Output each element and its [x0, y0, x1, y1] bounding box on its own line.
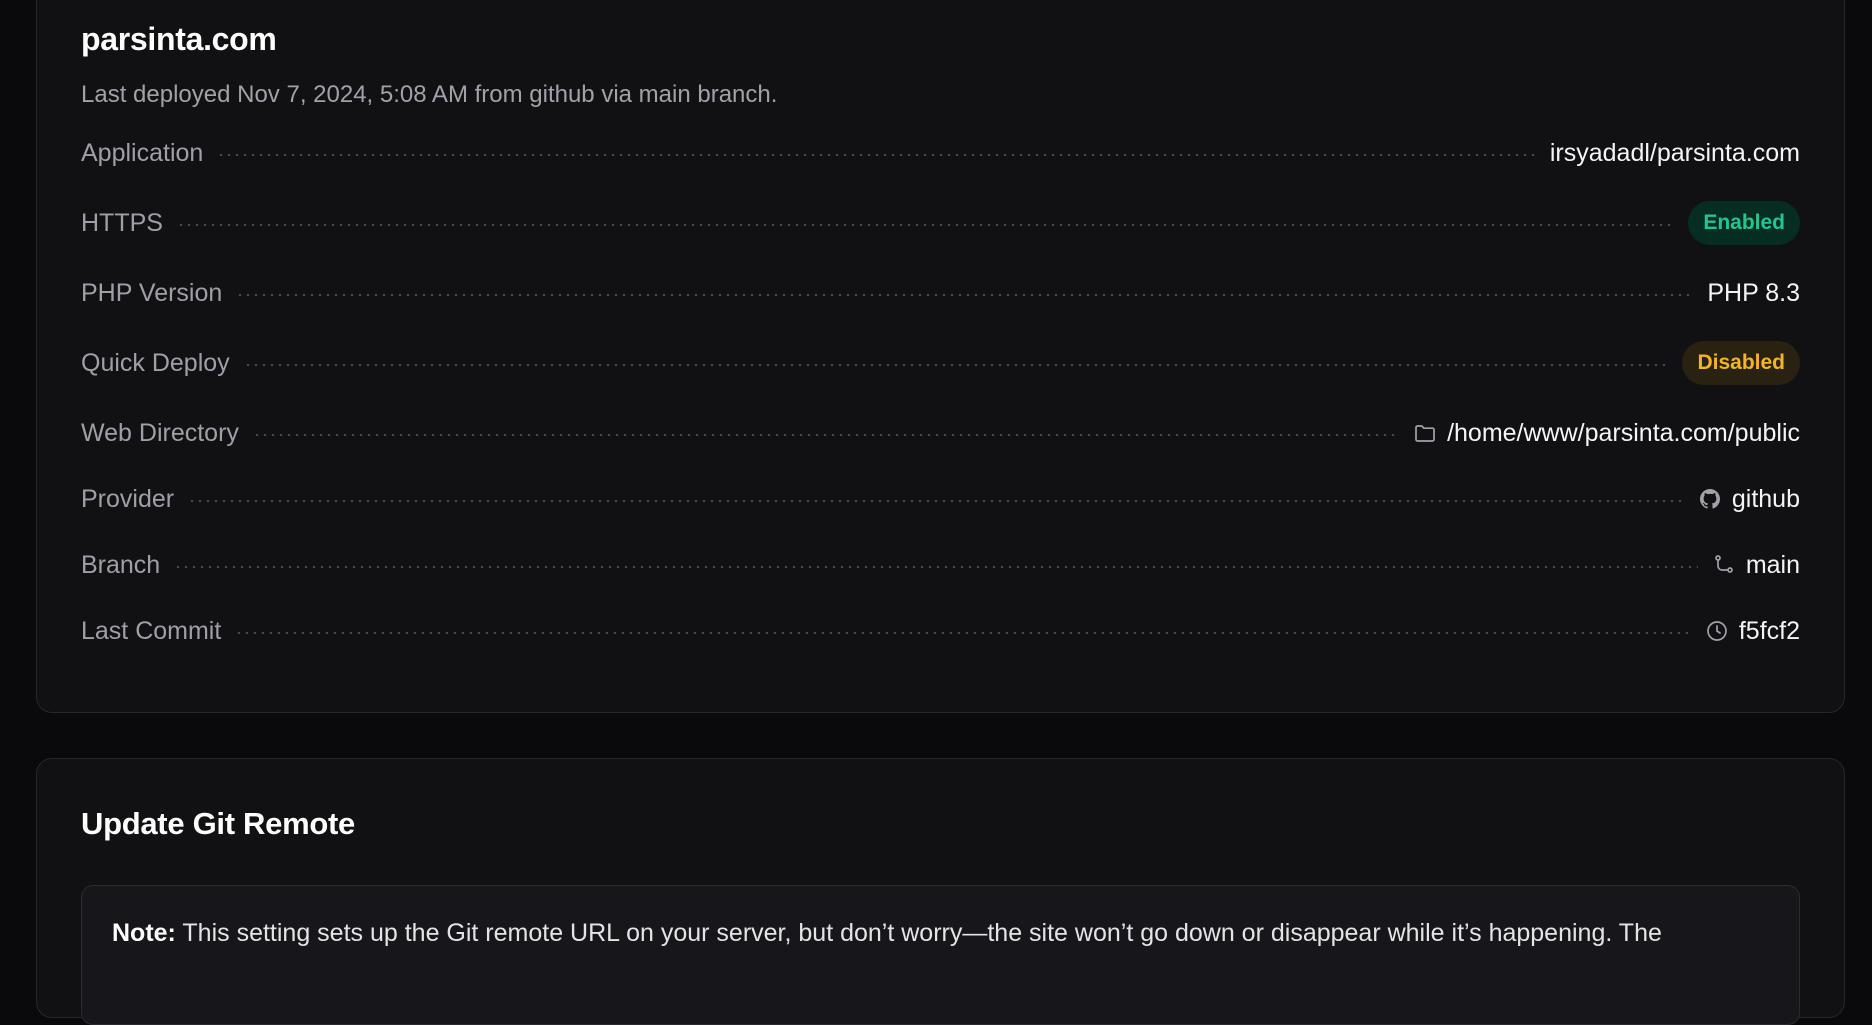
- folder-icon: [1413, 421, 1437, 445]
- dotted-leader: [243, 364, 1669, 366]
- quick-deploy-status-badge: Disabled: [1682, 341, 1800, 385]
- detail-row-last-commit: Last Commit f5fcf2: [81, 609, 1800, 653]
- clock-icon: [1705, 619, 1729, 643]
- detail-value: PHP 8.3: [1707, 279, 1800, 308]
- dotted-leader: [174, 566, 1698, 568]
- detail-label: Last Commit: [81, 616, 222, 645]
- note-text: This setting sets up the Git remote URL …: [182, 919, 1662, 947]
- detail-value: /home/www/parsinta.com/public: [1413, 419, 1800, 448]
- update-git-remote-card: Update Git Remote Note: This setting set…: [36, 758, 1845, 1025]
- branch-value: main: [1745, 550, 1800, 579]
- detail-value: f5fcf2: [1705, 617, 1800, 646]
- web-directory-value: /home/www/parsinta.com/public: [1447, 418, 1800, 447]
- github-icon: [1698, 487, 1722, 511]
- last-commit-value: f5fcf2: [1738, 616, 1800, 645]
- detail-row-web-directory: Web Directory /home/www/parsinta.com/pub…: [81, 411, 1800, 455]
- site-title: parsinta.com: [81, 21, 277, 57]
- detail-label: Web Directory: [81, 418, 239, 447]
- provider-value: github: [1731, 484, 1800, 513]
- git-branch-icon: [1712, 553, 1736, 577]
- detail-row-quick-deploy: Quick Deploy Disabled: [81, 341, 1800, 385]
- detail-label: Provider: [81, 484, 175, 513]
- dotted-leader: [236, 294, 1694, 296]
- detail-row-provider: Provider github: [81, 477, 1800, 521]
- detail-label: Application: [81, 138, 204, 167]
- https-status-badge: Enabled: [1688, 201, 1800, 245]
- site-details-card: parsinta.com Last deployed Nov 7, 2024, …: [36, 0, 1845, 713]
- deploy-summary: Last deployed Nov 7, 2024, 5:08 AM from …: [81, 81, 778, 108]
- detail-label: Branch: [81, 550, 161, 579]
- detail-row-application: Application irsyadadl/parsinta.com: [81, 131, 1800, 175]
- dotted-leader: [176, 224, 1675, 226]
- application-value: irsyadadl/parsinta.com: [1549, 138, 1800, 167]
- detail-row-branch: Branch main: [81, 543, 1800, 587]
- note-label: Note:: [112, 919, 176, 947]
- detail-value: main: [1712, 551, 1800, 580]
- detail-row-https: HTTPS Enabled: [81, 201, 1800, 245]
- dotted-leader: [217, 154, 1536, 156]
- detail-label: PHP Version: [81, 278, 223, 307]
- note-callout: Note: This setting sets up the Git remot…: [81, 885, 1800, 1025]
- php-version-value: PHP 8.3: [1707, 278, 1800, 307]
- dotted-leader: [188, 500, 1684, 502]
- detail-label: Quick Deploy: [81, 348, 230, 377]
- detail-value: irsyadadl/parsinta.com: [1550, 139, 1800, 168]
- section-title: Update Git Remote: [81, 806, 355, 841]
- detail-value: github: [1698, 485, 1800, 514]
- dotted-leader: [235, 632, 1691, 634]
- detail-row-php-version: PHP Version PHP 8.3: [81, 271, 1800, 315]
- dotted-leader: [252, 434, 1400, 436]
- detail-label: HTTPS: [81, 208, 163, 237]
